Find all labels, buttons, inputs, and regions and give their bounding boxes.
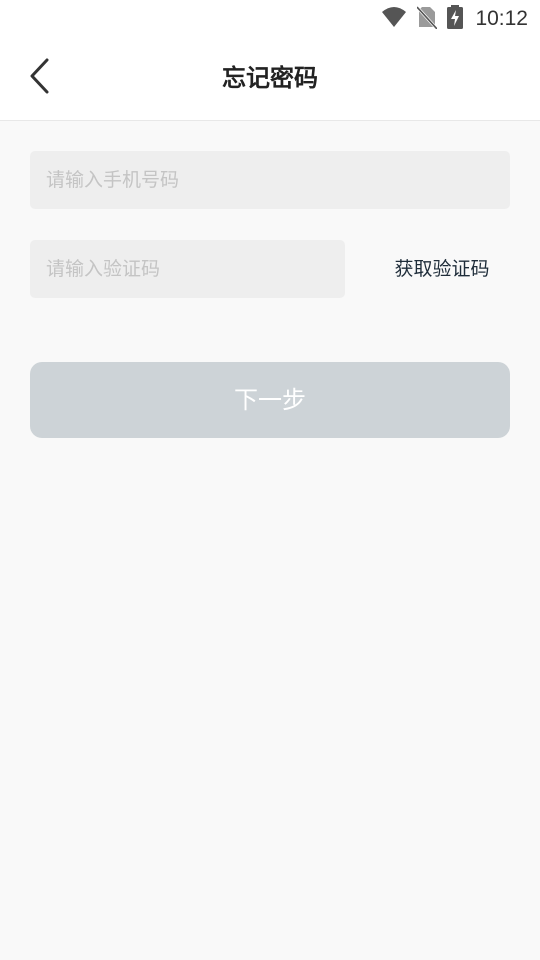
verification-code-input[interactable] — [30, 240, 345, 298]
get-code-button[interactable]: 获取验证码 — [372, 240, 512, 298]
status-time: 10:12 — [475, 7, 528, 30]
no-sim-icon — [416, 5, 439, 33]
battery-charging-icon — [447, 5, 464, 33]
wifi-icon — [381, 6, 407, 32]
phone-input[interactable] — [30, 151, 510, 209]
status-bar: 10:12 — [0, 0, 540, 38]
app-bar: 忘记密码 — [0, 38, 540, 121]
back-button[interactable] — [22, 56, 58, 100]
page-title: 忘记密码 — [222, 64, 318, 92]
chevron-left-icon — [28, 57, 52, 99]
status-icons: 10:12 — [381, 5, 528, 33]
code-field — [30, 240, 345, 298]
next-step-button[interactable]: 下一步 — [30, 362, 510, 438]
phone-field — [30, 151, 510, 209]
